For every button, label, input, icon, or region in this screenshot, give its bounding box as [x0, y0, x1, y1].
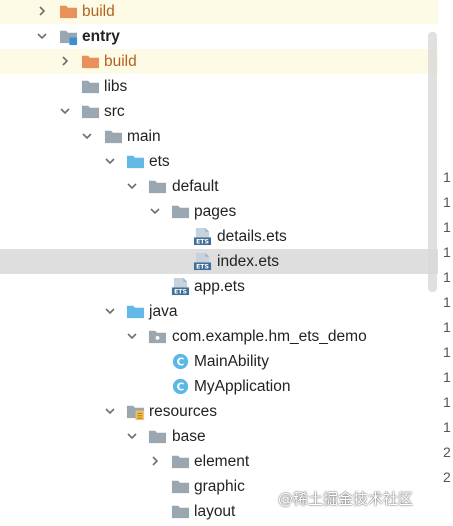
chevron-right-icon[interactable]: [59, 55, 71, 67]
tree-row-package[interactable]: com.example.hm_ets_demo: [0, 324, 438, 349]
folder-icon: [148, 180, 167, 194]
tree-item-label: default: [172, 178, 219, 195]
line-number: 1: [443, 369, 451, 385]
chevron-down-icon[interactable]: [59, 105, 71, 117]
line-number: 2: [443, 469, 451, 485]
line-number: 1: [443, 319, 451, 335]
tree-row-build[interactable]: build: [0, 49, 438, 74]
watermark: @稀土掘金技术社区: [278, 490, 414, 508]
tree-item-label: index.ets: [217, 253, 280, 270]
tree-item-label: java: [149, 303, 178, 320]
tree-item-label: MainAbility: [194, 353, 269, 370]
tree-item-label: build: [104, 53, 137, 70]
chevron-down-icon[interactable]: [104, 155, 116, 167]
line-number: 1: [443, 219, 451, 235]
tree-row-index-ets[interactable]: ETS index.ets: [0, 249, 438, 274]
tree-row-java[interactable]: java: [0, 299, 438, 324]
source-folder-icon: [126, 155, 145, 169]
package-folder-icon: [148, 330, 167, 344]
resources-folder-icon: [126, 405, 145, 421]
tree-item-label: main: [127, 128, 161, 145]
tree-row-default[interactable]: default: [0, 174, 438, 199]
tree-item-label: layout: [194, 503, 236, 520]
chevron-down-icon[interactable]: [104, 305, 116, 317]
tree-item-label: element: [194, 453, 250, 470]
tree-row-pages[interactable]: pages: [0, 199, 438, 224]
tree-row-entry[interactable]: entry: [0, 24, 438, 49]
tree-item-label: ets: [149, 153, 170, 170]
tree-row-mainability[interactable]: C MainAbility: [0, 349, 438, 374]
tree-item-label: base: [172, 428, 206, 445]
line-number: 1: [443, 244, 451, 260]
tree-row-base[interactable]: base: [0, 424, 438, 449]
tree-row-ets[interactable]: ets: [0, 149, 438, 174]
line-number: 1: [443, 194, 451, 210]
chevron-right-icon[interactable]: [149, 455, 161, 467]
tree-row-myapplication[interactable]: C MyApplication: [0, 374, 438, 399]
chevron-down-icon[interactable]: [81, 130, 93, 142]
folder-icon: [104, 130, 123, 144]
chevron-down-icon[interactable]: [149, 205, 161, 217]
chevron-down-icon[interactable]: [126, 180, 138, 192]
tree-item-label: app.ets: [194, 278, 245, 295]
tree-item-label: com.example.hm_ets_demo: [172, 328, 367, 345]
tree-row-resources[interactable]: resources: [0, 399, 438, 424]
tree-item-label: resources: [149, 403, 218, 420]
tree-item-label: libs: [104, 78, 128, 95]
line-number: 1: [443, 344, 451, 360]
svg-text:ETS: ETS: [196, 264, 209, 271]
tree-row-details-ets[interactable]: ETS details.ets: [0, 224, 438, 249]
chevron-down-icon[interactable]: [36, 30, 48, 42]
svg-text:ETS: ETS: [174, 289, 187, 296]
folder-icon: [171, 480, 190, 494]
chevron-right-icon[interactable]: [36, 5, 48, 17]
tree-row-main[interactable]: main: [0, 124, 438, 149]
folder-icon: [171, 455, 190, 469]
tree-row-libs[interactable]: libs: [0, 74, 438, 99]
project-tree[interactable]: build entry build libs src main ets defa…: [0, 0, 438, 526]
ets-file-icon: ETS: [171, 277, 190, 296]
line-number: 1: [443, 269, 451, 285]
tree-row-src[interactable]: src: [0, 99, 438, 124]
folder-icon: [148, 430, 167, 444]
chevron-down-icon[interactable]: [126, 330, 138, 342]
tree-row-app-ets[interactable]: ETS app.ets: [0, 274, 438, 299]
class-icon: C: [172, 353, 189, 370]
tree-item-label: pages: [194, 203, 237, 220]
line-number: 1: [443, 419, 451, 435]
chevron-down-icon[interactable]: [126, 430, 138, 442]
folder-orange-icon: [81, 55, 100, 69]
line-number: 1: [443, 294, 451, 310]
folder-icon: [81, 80, 100, 94]
folder-icon: [81, 105, 100, 119]
folder-icon: [171, 505, 190, 519]
vertical-scrollbar[interactable]: [428, 32, 437, 292]
class-icon: C: [172, 378, 189, 395]
chevron-down-icon[interactable]: [104, 405, 116, 417]
tree-item-label: src: [104, 103, 125, 120]
tree-item-label: MyApplication: [194, 378, 291, 395]
tree-item-label: entry: [82, 28, 120, 45]
tree-item-label: graphic: [194, 478, 245, 495]
line-number: 1: [443, 169, 451, 185]
tree-row-element[interactable]: element: [0, 449, 438, 474]
source-folder-icon: [126, 305, 145, 319]
tree-item-label: build: [82, 3, 115, 20]
ets-file-icon: ETS: [193, 252, 212, 271]
svg-text:ETS: ETS: [196, 239, 209, 246]
folder-orange-icon: [59, 5, 78, 19]
module-folder-icon: [59, 30, 78, 46]
line-number: 1: [443, 394, 451, 410]
tree-item-label: details.ets: [217, 228, 287, 245]
tree-row-build[interactable]: build: [0, 0, 438, 24]
ets-file-icon: ETS: [193, 227, 212, 246]
svg-text:C: C: [177, 381, 185, 393]
line-number: 2: [443, 444, 451, 460]
folder-icon: [171, 205, 190, 219]
svg-text:C: C: [177, 356, 185, 368]
